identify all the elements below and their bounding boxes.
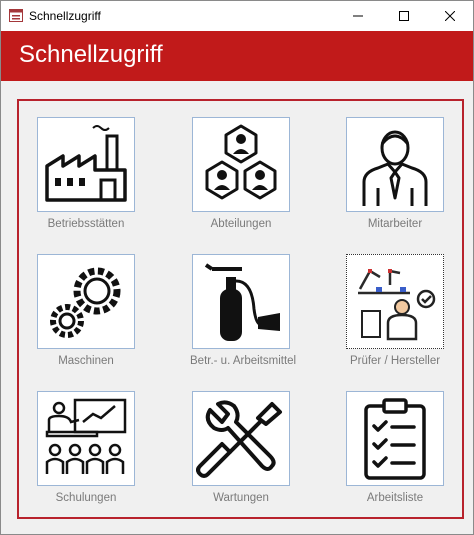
header-title: Schnellzugriff <box>19 41 163 68</box>
maschinen-button[interactable] <box>37 254 135 349</box>
app-window: Schnellzugriff Schnellzugriff Betriebsst… <box>0 0 474 535</box>
arbeitsliste-button[interactable] <box>346 391 444 486</box>
maximize-icon <box>399 11 409 21</box>
minimize-button[interactable] <box>335 1 381 31</box>
maximize-button[interactable] <box>381 1 427 31</box>
close-icon <box>445 11 455 21</box>
tile-betriebsstaetten: Betriebsstätten <box>35 117 137 230</box>
schulungen-button[interactable] <box>37 391 135 486</box>
tile-arbeitsliste: Arbeitsliste <box>344 391 446 504</box>
employee-icon <box>362 130 428 206</box>
close-button[interactable] <box>427 1 473 31</box>
minimize-icon <box>353 15 363 17</box>
pruefer-button[interactable] <box>346 254 444 349</box>
departments-icon <box>205 124 277 199</box>
tile-arbeitsmittel: Betr.- u. Arbeitsmittel <box>190 254 297 367</box>
title-bar[interactable]: Schnellzugriff <box>1 1 473 31</box>
training-icon <box>45 398 127 474</box>
arbeitsmittel-button[interactable] <box>192 254 290 349</box>
quick-access-panel: Betriebsstätten Abteilungen Mitarbeiter … <box>17 99 464 519</box>
window-title: Schnellzugriff <box>29 9 101 23</box>
tile-label: Prüfer / Hersteller <box>349 355 441 367</box>
gears-icon <box>50 267 121 338</box>
tile-abteilungen: Abteilungen <box>190 117 292 230</box>
checklist-icon <box>364 397 426 480</box>
mitarbeiter-button[interactable] <box>346 117 444 212</box>
tile-pruefer: Prüfer / Hersteller <box>344 254 446 367</box>
factory-icon <box>45 124 127 202</box>
tile-label: Arbeitsliste <box>366 492 424 504</box>
tile-label: Schulungen <box>55 492 117 504</box>
tile-mitarbeiter: Mitarbeiter <box>344 117 446 230</box>
inspector-icon <box>358 268 436 340</box>
tile-label: Maschinen <box>58 355 114 367</box>
tile-label: Betr.- u. Arbeitsmittel <box>190 355 297 367</box>
tile-schulungen: Schulungen <box>35 391 137 504</box>
tile-label: Mitarbeiter <box>367 218 423 230</box>
betriebsstaetten-button[interactable] <box>37 117 135 212</box>
fire-extinguisher-icon <box>204 262 280 341</box>
tools-icon <box>196 399 282 478</box>
access-form-icon <box>9 9 23 22</box>
wartungen-button[interactable] <box>192 391 290 486</box>
tile-label: Betriebsstätten <box>47 218 125 230</box>
abteilungen-button[interactable] <box>192 117 290 212</box>
tile-label: Abteilungen <box>210 218 272 230</box>
tile-maschinen: Maschinen <box>35 254 137 367</box>
tile-wartungen: Wartungen <box>190 391 292 504</box>
form-header: Schnellzugriff <box>1 31 473 81</box>
tile-label: Wartungen <box>213 492 269 504</box>
